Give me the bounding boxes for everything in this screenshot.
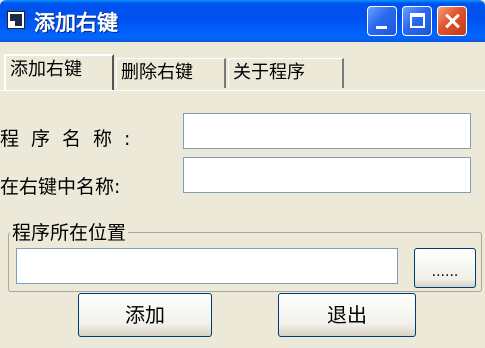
- program-name-label: 程序名称:: [0, 128, 143, 150]
- tab-add-context-menu[interactable]: 添加右键: [4, 54, 114, 90]
- dialog-window: 添加右键 添加右键 删除右键 关于程序 程序名称: 在右键中名称: 程序所在位置…: [0, 0, 485, 348]
- exit-button[interactable]: 退出: [278, 293, 416, 337]
- title-bar[interactable]: 添加右键: [0, 0, 485, 42]
- add-button[interactable]: 添加: [78, 293, 212, 337]
- menu-name-input[interactable]: [183, 157, 471, 193]
- minimize-button[interactable]: [367, 6, 397, 36]
- close-icon: [438, 7, 466, 35]
- program-name-input[interactable]: [183, 113, 471, 149]
- tab-panel-border: [0, 90, 485, 91]
- tab-about[interactable]: 关于程序: [228, 58, 344, 88]
- close-button[interactable]: [437, 6, 467, 36]
- maximize-icon: [410, 13, 425, 28]
- browse-button[interactable]: ......: [414, 248, 476, 288]
- program-path-input[interactable]: [16, 248, 398, 284]
- program-location-label: 程序所在位置: [10, 218, 129, 245]
- maximize-button[interactable]: [402, 6, 432, 36]
- app-icon: [7, 11, 25, 29]
- tab-remove-context-menu[interactable]: 删除右键: [116, 58, 226, 88]
- minimize-icon: [376, 26, 387, 29]
- menu-name-label: 在右键中名称:: [0, 176, 121, 198]
- window-title: 添加右键: [34, 11, 118, 35]
